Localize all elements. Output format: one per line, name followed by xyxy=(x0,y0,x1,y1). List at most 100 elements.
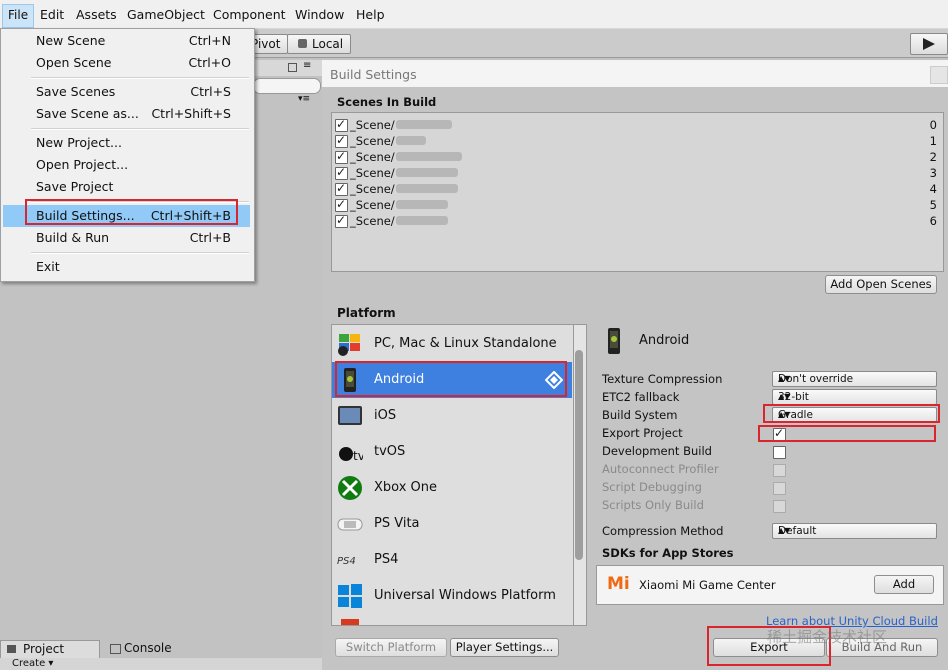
hierarchy-options-icon[interactable]: ▾≡ xyxy=(298,94,310,104)
pivot-label: Pivot xyxy=(251,37,281,51)
menu-item-new-scene[interactable]: New Scene Ctrl+N xyxy=(3,30,250,52)
player-settings-button[interactable]: Player Settings... xyxy=(450,638,559,657)
development-build-label: Development Build xyxy=(602,444,712,458)
menu-item-exit[interactable]: Exit xyxy=(3,256,250,278)
menu-component[interactable]: Component xyxy=(213,7,286,22)
menu-item-open-project[interactable]: Open Project... xyxy=(3,154,250,176)
scene-checkbox[interactable] xyxy=(335,213,348,228)
redacted-text xyxy=(396,216,448,225)
updown-arrow-icon: ▲▼ xyxy=(778,392,791,401)
export-project-label: Export Project xyxy=(602,426,683,440)
scene-row[interactable]: _Scene/ 6 xyxy=(334,213,939,229)
etc2-fallback-dropdown[interactable]: 32-bit ▲▼ xyxy=(772,389,937,405)
menu-window[interactable]: Window xyxy=(295,7,344,22)
scene-index: 0 xyxy=(929,118,937,132)
menu-item-open-scene[interactable]: Open Scene Ctrl+O xyxy=(3,52,250,74)
add-open-scenes-button[interactable]: Add Open Scenes xyxy=(825,275,937,294)
build-settings-title: Build Settings xyxy=(330,67,417,82)
menu-lines-icon[interactable]: ≡ xyxy=(303,60,311,71)
menu-file[interactable]: File xyxy=(2,4,34,28)
menu-item-save-scenes[interactable]: Save Scenes Ctrl+S xyxy=(3,81,250,103)
scene-row[interactable]: _Scene/ 4 xyxy=(334,181,939,197)
annotation-box-build-settings xyxy=(25,199,238,225)
switch-platform-button[interactable]: Switch Platform xyxy=(335,638,447,657)
platform-ps-vita[interactable]: PS Vita xyxy=(332,506,572,542)
redacted-text xyxy=(396,152,462,161)
platform-tvos[interactable]: tv tvOS xyxy=(332,434,572,470)
scene-checkbox[interactable] xyxy=(335,165,348,180)
project-toolbar: Create ▾ xyxy=(0,658,322,670)
lock-icon[interactable] xyxy=(288,63,297,72)
android-phone-icon xyxy=(608,328,620,354)
sdk-row: Mi Xiaomi Mi Game Center Add xyxy=(596,565,944,605)
scene-checkbox[interactable] xyxy=(335,117,348,132)
scene-row[interactable]: _Scene/ 0 xyxy=(334,117,939,133)
texture-compression-dropdown[interactable]: Don't override ▲▼ xyxy=(772,371,937,387)
annotation-box-export-project xyxy=(758,425,936,442)
sdk-add-button[interactable]: Add xyxy=(874,575,934,594)
scene-index: 6 xyxy=(929,214,937,228)
ios-tablet-icon xyxy=(338,406,362,425)
tab-console[interactable]: Console xyxy=(102,640,192,657)
development-build-checkbox[interactable] xyxy=(773,446,786,459)
updown-arrow-icon: ▲▼ xyxy=(778,374,791,383)
close-icon[interactable] xyxy=(930,66,948,84)
scene-checkbox[interactable] xyxy=(335,197,348,212)
tab-project[interactable]: Project xyxy=(0,640,100,658)
menu-item-save-project[interactable]: Save Project xyxy=(3,176,250,198)
compression-method-dropdown[interactable]: Default ▲▼ xyxy=(772,523,937,539)
menu-item-new-project[interactable]: New Project... xyxy=(3,132,250,154)
xiaomi-logo-icon: Mi xyxy=(607,574,630,594)
xbox-icon xyxy=(338,476,362,500)
platform-label: Xbox One xyxy=(374,480,438,495)
menu-item-label: Build & Run xyxy=(36,230,110,245)
scene-row[interactable]: _Scene/ 3 xyxy=(334,165,939,181)
compression-method-label: Compression Method xyxy=(602,524,724,538)
scene-row[interactable]: _Scene/ 1 xyxy=(334,133,939,149)
script-debugging-label: Script Debugging xyxy=(602,480,702,494)
hierarchy-header: ≡ xyxy=(253,60,322,76)
platform-label: PC, Mac & Linux Standalone xyxy=(374,336,557,351)
sdk-name: Xiaomi Mi Game Center xyxy=(639,578,776,592)
menu-item-save-scene-as[interactable]: Save Scene as... Ctrl+Shift+S xyxy=(3,103,250,125)
scene-checkbox[interactable] xyxy=(335,181,348,196)
file-dropdown-menu: New Scene Ctrl+N Open Scene Ctrl+O Save Sc… xyxy=(0,28,255,282)
menu-gameobject[interactable]: GameObject xyxy=(127,7,205,22)
scene-row[interactable]: _Scene/ 2 xyxy=(334,149,939,165)
play-button[interactable] xyxy=(910,33,948,55)
etc2-fallback-label: ETC2 fallback xyxy=(602,390,680,404)
create-button[interactable]: Create ▾ xyxy=(12,658,53,669)
platform-label: PS4 xyxy=(374,552,399,567)
platform-ps4[interactable]: PS4 PS4 xyxy=(332,542,572,578)
menu-edit[interactable]: Edit xyxy=(40,7,64,22)
annotation-box-build-system xyxy=(763,404,940,423)
platform-ios[interactable]: iOS xyxy=(332,398,572,434)
build-system-label: Build System xyxy=(602,408,678,422)
autoconnect-profiler-checkbox xyxy=(773,464,786,477)
local-button[interactable]: Local xyxy=(287,34,351,54)
menu-item-shortcut: Ctrl+Shift+S xyxy=(151,106,231,121)
scene-index: 5 xyxy=(929,198,937,212)
menu-item-label: Save Scenes xyxy=(36,84,116,99)
standalone-icon xyxy=(338,334,360,356)
autoconnect-profiler-label: Autoconnect Profiler xyxy=(602,462,719,476)
local-label: Local xyxy=(312,37,344,51)
platform-webgl[interactable] xyxy=(332,614,572,625)
platform-uwp[interactable]: Universal Windows Platform xyxy=(332,578,572,614)
selected-platform-title: Android xyxy=(639,333,690,348)
redacted-text xyxy=(396,136,426,145)
play-icon xyxy=(923,38,935,50)
platform-standalone[interactable]: PC, Mac & Linux Standalone xyxy=(332,326,572,362)
script-debugging-checkbox xyxy=(773,482,786,495)
menu-assets[interactable]: Assets xyxy=(76,7,117,22)
menu-help[interactable]: Help xyxy=(356,7,385,22)
scene-checkbox[interactable] xyxy=(335,149,348,164)
menu-item-build-run[interactable]: Build & Run Ctrl+B xyxy=(3,227,250,249)
hierarchy-search-input[interactable] xyxy=(253,78,321,94)
platform-xbox-one[interactable]: Xbox One xyxy=(332,470,572,506)
scene-row[interactable]: _Scene/ 5 xyxy=(334,197,939,213)
scene-checkbox[interactable] xyxy=(335,133,348,148)
platform-scrollbar-thumb[interactable] xyxy=(575,350,583,560)
bottom-panel: Project Console Create ▾ xyxy=(0,640,322,670)
platform-label: Universal Windows Platform xyxy=(374,588,556,603)
